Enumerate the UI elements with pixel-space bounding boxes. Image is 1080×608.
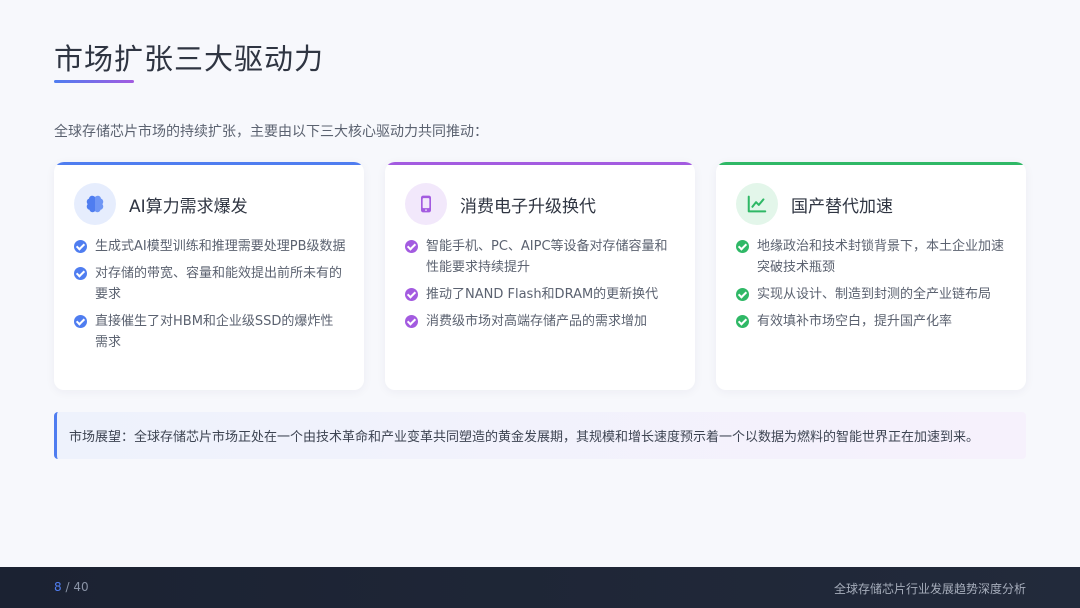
list-item: 消费级市场对高端存储产品的需求增加 — [405, 311, 677, 332]
check-circle-icon — [74, 267, 87, 280]
footer-bar: 8 / 40 全球存储芯片行业发展趋势深度分析 — [0, 567, 1080, 608]
check-circle-icon — [405, 240, 418, 253]
list-item-text: 消费级市场对高端存储产品的需求增加 — [426, 314, 648, 329]
brain-icon — [74, 183, 116, 225]
slide: 市场扩张三大驱动力 全球存储芯片市场的持续扩张，主要由以下三大核心驱动力共同推动… — [0, 0, 1080, 567]
check-circle-icon — [736, 315, 749, 328]
title-underline — [54, 80, 134, 83]
list-item-text: 生成式AI模型训练和推理需要处理PB级数据 — [95, 239, 346, 254]
list-item-text: 地缘政治和技术封锁背景下，本土企业加速突破技术瓶颈 — [757, 239, 1005, 275]
current-page: 8 — [54, 580, 62, 594]
list-item: 有效填补市场空白，提升国产化率 — [736, 311, 1008, 332]
card-item-list: 智能手机、PC、AIPC等设备对存储容量和性能要求持续提升 推动了NAND Fl… — [405, 236, 677, 338]
total-pages: 40 — [73, 580, 89, 594]
check-circle-icon — [736, 288, 749, 301]
list-item: 地缘政治和技术封锁背景下，本土企业加速突破技术瓶颈 — [736, 236, 1008, 278]
card-title: AI算力需求爆发 — [129, 196, 248, 217]
list-item: 直接催生了对HBM和企业级SSD的爆炸性需求 — [74, 311, 346, 353]
card-item-list: 生成式AI模型训练和推理需要处理PB级数据 对存储的带宽、容量和能效提出前所未有… — [74, 236, 346, 359]
check-circle-icon — [736, 240, 749, 253]
list-item: 生成式AI模型训练和推理需要处理PB级数据 — [74, 236, 346, 257]
driver-card-localization: 国产替代加速 地缘政治和技术封锁背景下，本土企业加速突破技术瓶颈 实现从设计、制… — [716, 162, 1026, 390]
list-item-text: 实现从设计、制造到封测的全产业链布局 — [757, 287, 992, 302]
trend-chart-icon — [736, 183, 778, 225]
page-indicator: 8 / 40 — [54, 580, 89, 594]
card-title: 消费电子升级换代 — [460, 196, 596, 217]
list-item-text: 推动了NAND Flash和DRAM的更新换代 — [426, 287, 659, 302]
check-circle-icon — [405, 315, 418, 328]
list-item: 对存储的带宽、容量和能效提出前所未有的要求 — [74, 263, 346, 305]
list-item: 智能手机、PC、AIPC等设备对存储容量和性能要求持续提升 — [405, 236, 677, 278]
page-separator: / — [61, 580, 74, 594]
driver-card-ai: AI算力需求爆发 生成式AI模型训练和推理需要处理PB级数据 对存储的带宽、容量… — [54, 162, 364, 390]
driver-card-consumer: 消费电子升级换代 智能手机、PC、AIPC等设备对存储容量和性能要求持续提升 推… — [385, 162, 695, 390]
smartphone-icon — [405, 183, 447, 225]
list-item-text: 直接催生了对HBM和企业级SSD的爆炸性需求 — [95, 314, 334, 350]
list-item-text: 有效填补市场空白，提升国产化率 — [757, 314, 953, 329]
check-circle-icon — [74, 315, 87, 328]
card-title: 国产替代加速 — [791, 196, 893, 217]
intro-text: 全球存储芯片市场的持续扩张，主要由以下三大核心驱动力共同推动： — [54, 124, 488, 140]
card-accent-bar — [385, 162, 695, 165]
card-item-list: 地缘政治和技术封锁背景下，本土企业加速突破技术瓶颈 实现从设计、制造到封测的全产… — [736, 236, 1008, 338]
list-item-text: 对存储的带宽、容量和能效提出前所未有的要求 — [95, 266, 343, 302]
list-item: 实现从设计、制造到封测的全产业链布局 — [736, 284, 1008, 305]
report-title: 全球存储芯片行业发展趋势深度分析 — [833, 582, 1026, 596]
check-circle-icon — [74, 240, 87, 253]
outlook-text: 市场展望：全球存储芯片市场正处在一个由技术革命和产业变革共同塑造的黄金发展期，其… — [69, 430, 980, 445]
list-item-text: 智能手机、PC、AIPC等设备对存储容量和性能要求持续提升 — [426, 239, 668, 275]
list-item: 推动了NAND Flash和DRAM的更新换代 — [405, 284, 677, 305]
check-circle-icon — [405, 288, 418, 301]
card-accent-bar — [716, 162, 1026, 165]
market-outlook-callout: 市场展望：全球存储芯片市场正处在一个由技术革命和产业变革共同塑造的黄金发展期，其… — [54, 412, 1026, 459]
page-title: 市场扩张三大驱动力 — [54, 42, 325, 76]
card-accent-bar — [54, 162, 364, 165]
